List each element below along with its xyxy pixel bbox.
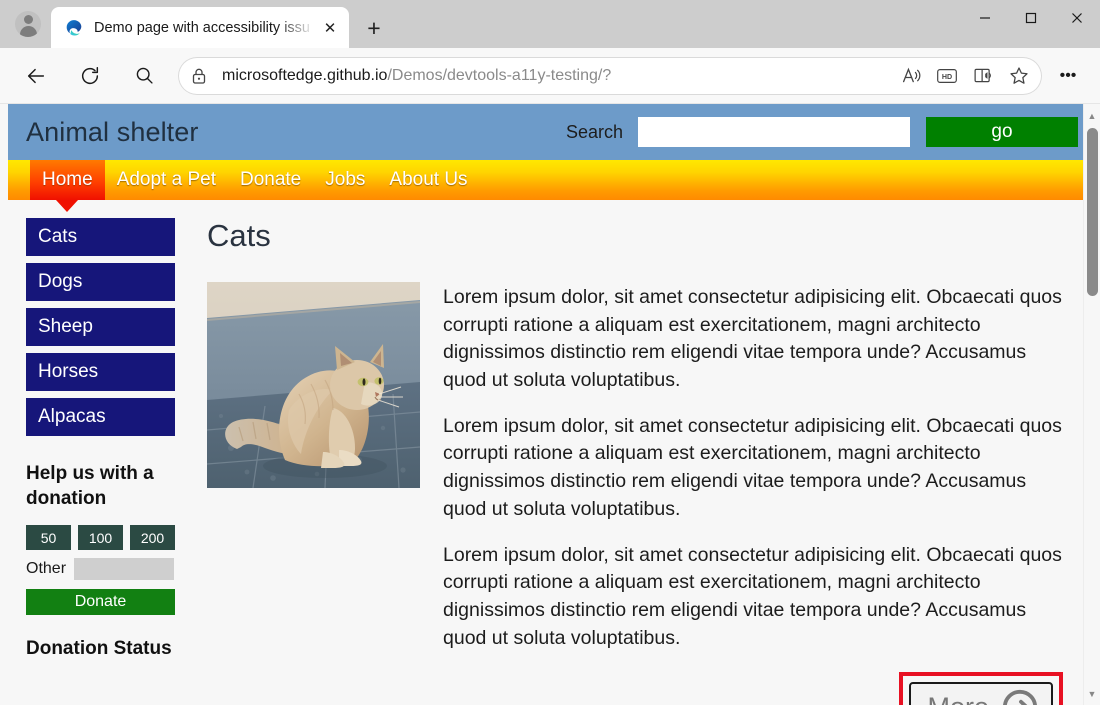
sidebar-item-sheep[interactable]: Sheep xyxy=(26,308,175,346)
web-page: Animal shelter Search go Home Adopt a Pe… xyxy=(8,104,1100,705)
svg-text:HD: HD xyxy=(942,72,952,80)
donation-amount-100[interactable]: 100 xyxy=(78,525,123,551)
nav-item-adopt-a-pet[interactable]: Adopt a Pet xyxy=(105,160,228,200)
search-label: Search xyxy=(565,121,623,142)
minimize-button[interactable] xyxy=(962,0,1008,36)
donate-button[interactable]: Donate xyxy=(26,589,175,616)
scroll-up-arrow[interactable]: ▲ xyxy=(1084,107,1100,124)
read-aloud-button[interactable] xyxy=(894,59,928,93)
reload-icon xyxy=(81,66,99,84)
sidebar-item-dogs[interactable]: Dogs xyxy=(26,263,175,301)
star-icon xyxy=(1010,66,1028,84)
browser-tab[interactable]: Demo page with accessibility issu ✕ xyxy=(51,7,349,48)
donation-status-heading: Donation Status xyxy=(26,638,172,660)
search-input[interactable] xyxy=(638,117,910,147)
scroll-down-arrow[interactable]: ▼ xyxy=(1084,685,1100,702)
site-header: Animal shelter Search go xyxy=(8,104,1100,160)
settings-and-more-button[interactable]: ••• xyxy=(1050,58,1086,94)
sidebar-item-alpacas[interactable]: Alpacas xyxy=(26,398,175,436)
more-button-label: More xyxy=(927,692,989,705)
site-title: Animal shelter xyxy=(26,116,199,147)
nav-item-jobs[interactable]: Jobs xyxy=(313,160,377,200)
edge-logo-icon xyxy=(66,19,82,36)
read-aloud-icon xyxy=(902,67,920,83)
nav-item-home[interactable]: Home xyxy=(30,160,105,200)
maximize-button[interactable] xyxy=(1008,0,1054,36)
account-avatar-icon xyxy=(15,11,41,37)
immersive-reader-icon xyxy=(974,68,991,83)
page-scrollbar[interactable]: ▲ ▼ xyxy=(1083,104,1100,705)
go-button[interactable]: go xyxy=(926,117,1078,147)
new-tab-button[interactable]: + xyxy=(357,11,391,45)
more-button[interactable]: More xyxy=(909,682,1053,705)
favorite-button[interactable] xyxy=(1002,59,1036,93)
minimize-icon xyxy=(980,17,990,19)
donation-other-input[interactable] xyxy=(74,558,174,581)
nav-item-about-us[interactable]: About Us xyxy=(377,160,479,200)
lock-icon xyxy=(182,59,216,93)
url-host: microsoftedge.github.io xyxy=(222,66,388,84)
hd-video-button[interactable]: HD xyxy=(930,59,964,93)
close-icon xyxy=(1072,13,1082,23)
donation-amount-200[interactable]: 200 xyxy=(130,525,175,551)
article-paragraph: Lorem ipsum dolor, sit amet consectetur … xyxy=(443,414,1062,520)
address-bar[interactable]: microsoftedge.github.io/Demos/devtools-a… xyxy=(178,56,1042,95)
toolbar-search-button[interactable] xyxy=(126,58,162,94)
hd-badge-icon: HD xyxy=(937,68,957,83)
article-paragraphs: Lorem ipsum dolor, sit amet consectetur … xyxy=(443,282,1064,670)
back-arrow-icon xyxy=(27,68,45,83)
site-search: Search go xyxy=(566,117,1078,147)
site-navigation: Home Adopt a Pet Donate Jobs About Us xyxy=(8,160,1100,200)
donation-amount-group: 50 100 200 xyxy=(26,525,176,551)
arrow-right-circle-icon xyxy=(1003,690,1037,705)
scrollbar-thumb[interactable] xyxy=(1086,128,1098,296)
nav-item-donate[interactable]: Donate xyxy=(228,160,313,200)
reload-button[interactable] xyxy=(72,58,108,94)
sidebar: Cats Dogs Sheep Horses Alpacas Help us w… xyxy=(8,218,176,705)
sidebar-item-horses[interactable]: Horses xyxy=(26,353,175,391)
profile-button[interactable] xyxy=(5,4,51,44)
more-button-area: More xyxy=(207,672,1064,705)
page-content: Cats Dogs Sheep Horses Alpacas Help us w… xyxy=(8,200,1100,705)
donation-heading: Help us with a donation xyxy=(26,463,154,510)
maximize-icon xyxy=(1025,12,1037,24)
back-button[interactable] xyxy=(18,58,54,94)
donation-amount-50[interactable]: 50 xyxy=(26,525,71,551)
close-button[interactable] xyxy=(1054,0,1100,36)
tab-strip: Demo page with accessibility issu ✕ + xyxy=(0,0,1100,48)
tab-title: Demo page with accessibility issu xyxy=(94,19,310,36)
search-icon xyxy=(136,67,153,84)
browser-window: Demo page with accessibility issu ✕ + mi… xyxy=(0,0,1100,705)
page-title: Cats xyxy=(207,218,271,253)
browser-toolbar: microsoftedge.github.io/Demos/devtools-a… xyxy=(0,48,1100,103)
url-text[interactable]: microsoftedge.github.io/Demos/devtools-a… xyxy=(216,67,894,85)
donation-other-row: Other xyxy=(26,558,176,581)
devtools-element-highlight: More xyxy=(899,672,1063,705)
window-controls xyxy=(962,0,1100,36)
article-paragraph: Lorem ipsum dolor, sit amet consectetur … xyxy=(443,286,1062,392)
cat-photo xyxy=(207,282,420,488)
main-article: Cats Lorem ipsum dolor, sit amet consect… xyxy=(176,218,1100,705)
tab-close-icon[interactable]: ✕ xyxy=(317,15,343,41)
immersive-reader-button[interactable] xyxy=(966,59,1000,93)
page-viewport: Animal shelter Search go Home Adopt a Pe… xyxy=(0,103,1100,705)
sidebar-item-cats[interactable]: Cats xyxy=(26,218,175,256)
article-body: Lorem ipsum dolor, sit amet consectetur … xyxy=(207,282,1064,670)
donation-other-label: Other xyxy=(26,560,67,578)
article-paragraph: Lorem ipsum dolor, sit amet consectetur … xyxy=(443,543,1062,649)
url-path: /Demos/devtools-a11y-testing/? xyxy=(387,66,612,84)
